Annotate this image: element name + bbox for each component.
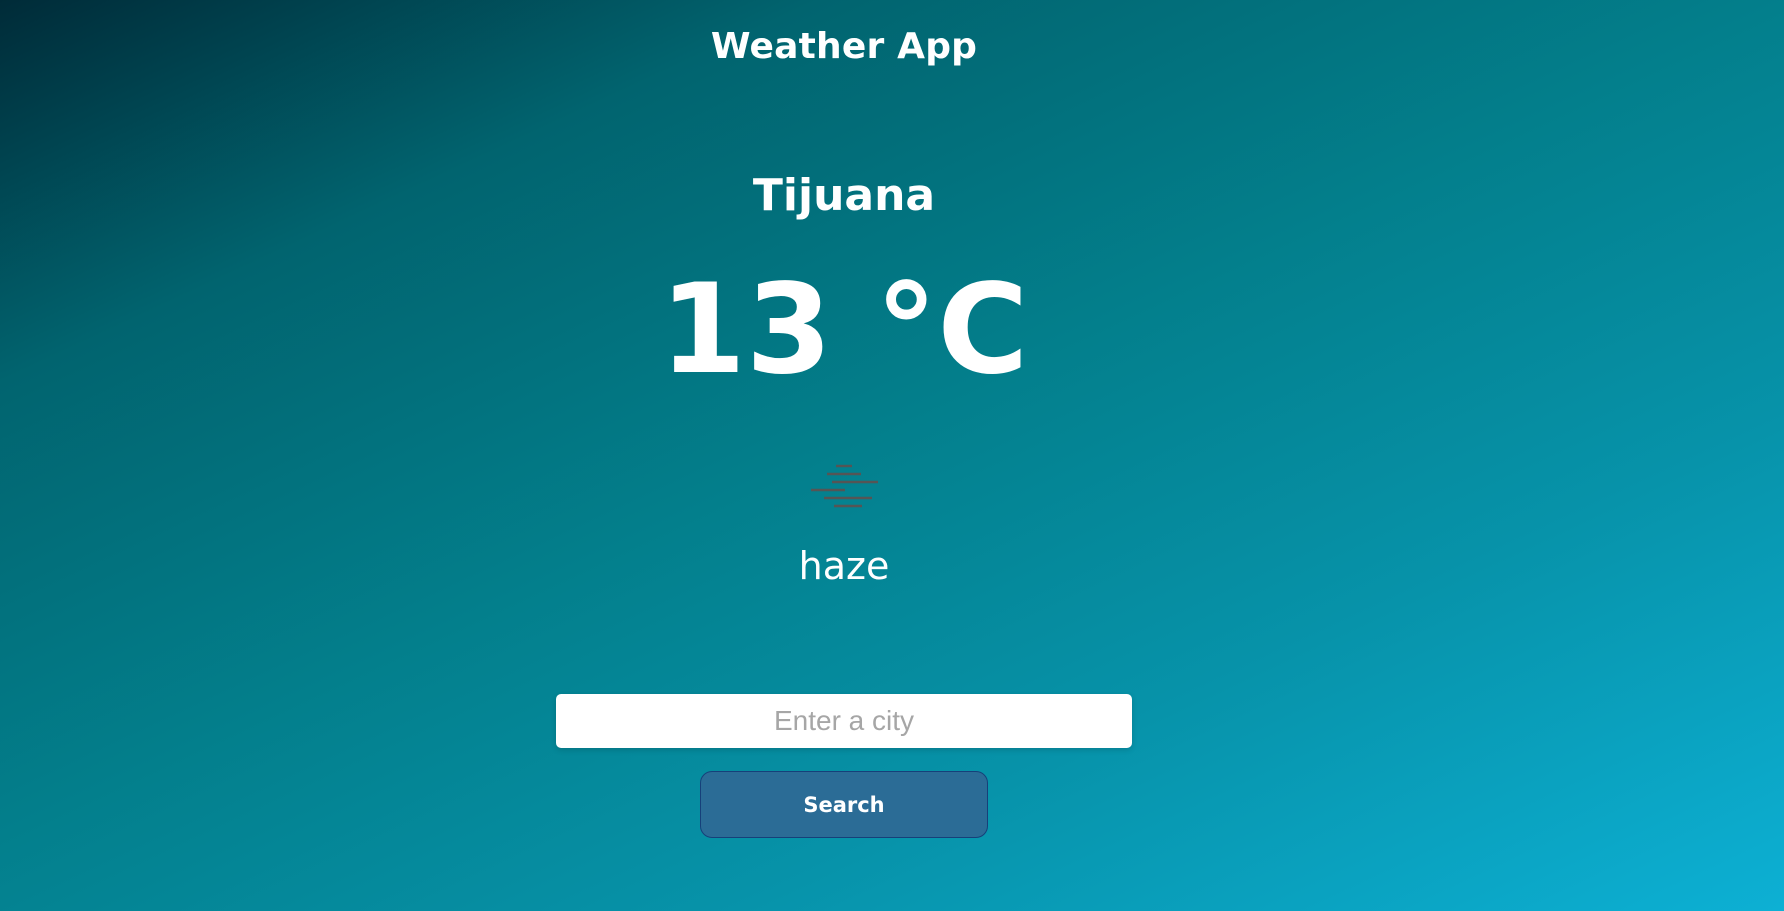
city-search-input[interactable] xyxy=(556,694,1132,748)
weather-app: Weather App Tijuana 13 °C haze Search xyxy=(0,0,1784,911)
haze-icon xyxy=(811,464,878,508)
app-title: Weather App xyxy=(710,26,978,67)
weather-description: haze xyxy=(798,544,890,588)
city-name: Tijuana xyxy=(752,170,936,221)
search-button[interactable]: Search xyxy=(700,771,988,838)
temperature: 13 °C xyxy=(659,258,1029,402)
